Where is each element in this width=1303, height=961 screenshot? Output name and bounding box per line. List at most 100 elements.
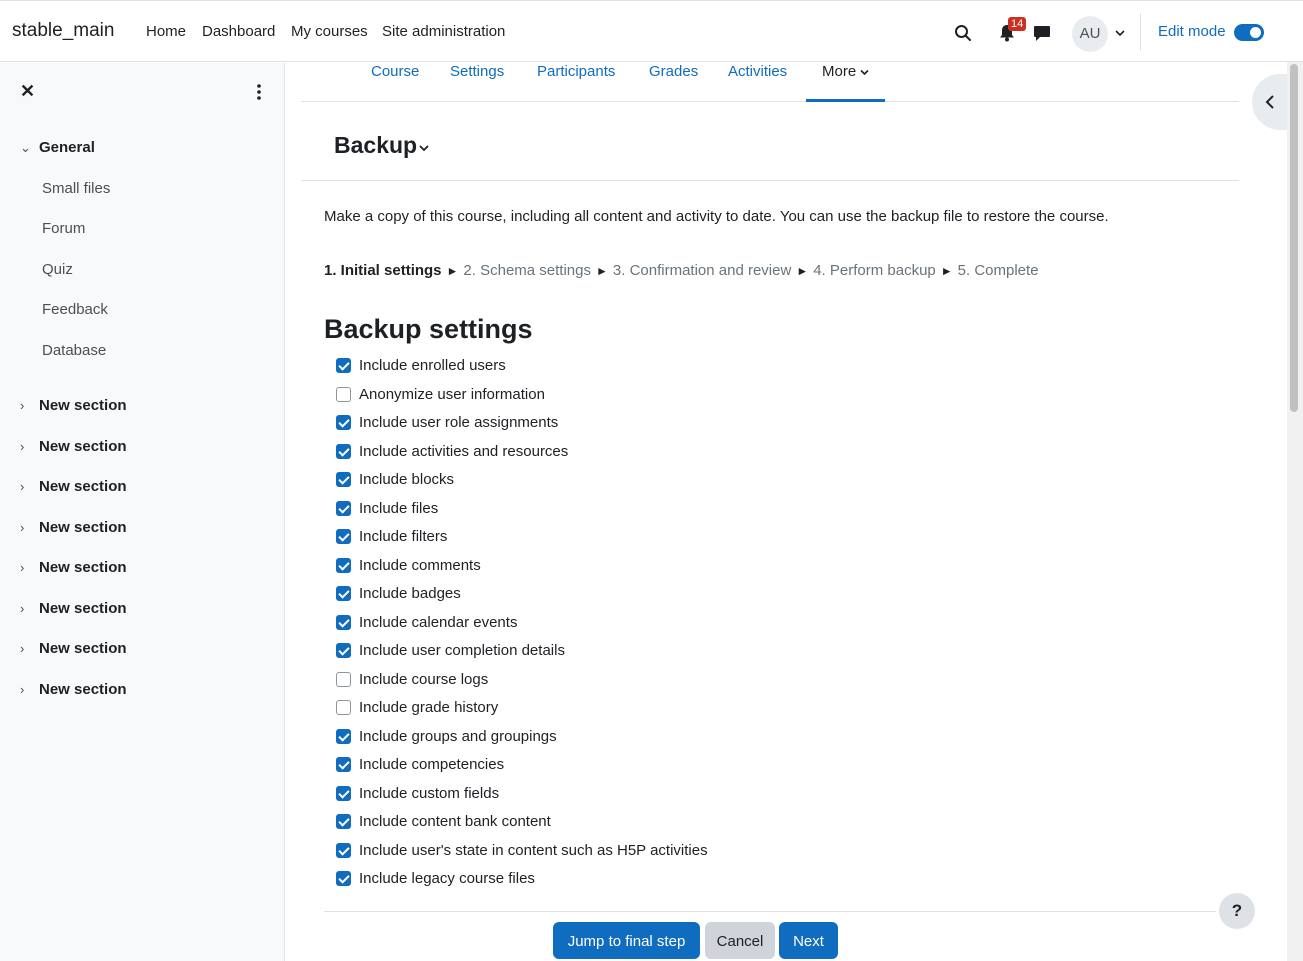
section-new-section[interactable]: › New section	[20, 559, 127, 576]
backup-option[interactable]: Include filters	[336, 526, 447, 546]
backup-option[interactable]: Include badges	[336, 583, 461, 603]
option-label[interactable]: Include badges	[359, 585, 461, 602]
option-checkbox[interactable]	[336, 728, 351, 744]
option-label[interactable]: Include enrolled users	[359, 357, 506, 374]
option-label[interactable]: Include files	[359, 500, 438, 517]
next-button[interactable]: Next	[779, 922, 838, 959]
backup-option[interactable]: Include content bank content	[336, 811, 551, 831]
tab-participants[interactable]: Participants	[537, 63, 615, 80]
user-avatar[interactable]: AU	[1072, 16, 1108, 52]
option-label[interactable]: Include calendar events	[359, 614, 517, 631]
option-checkbox[interactable]	[336, 500, 351, 516]
option-label[interactable]: Include blocks	[359, 471, 454, 488]
section-new-section[interactable]: › New section	[20, 681, 127, 698]
section-new-section[interactable]: › New section	[20, 600, 127, 617]
jump-to-final-step-button[interactable]: Jump to final step	[553, 922, 700, 959]
option-label[interactable]: Anonymize user information	[359, 386, 545, 403]
option-label[interactable]: Include competencies	[359, 756, 504, 773]
edit-mode-label[interactable]: Edit mode	[1158, 23, 1226, 40]
activity-quiz[interactable]: Quiz	[42, 261, 73, 278]
tab-activities[interactable]: Activities	[728, 63, 787, 80]
tab-settings[interactable]: Settings	[450, 63, 504, 80]
option-label[interactable]: Include user role assignments	[359, 414, 558, 431]
backup-option[interactable]: Include course logs	[336, 669, 488, 689]
section-new-section[interactable]: › New section	[20, 438, 127, 455]
site-name[interactable]: stable_main	[12, 20, 114, 42]
backup-option[interactable]: Include blocks	[336, 469, 454, 489]
option-checkbox[interactable]	[336, 785, 351, 801]
option-checkbox[interactable]	[336, 671, 351, 687]
backup-option[interactable]: Include competencies	[336, 754, 504, 774]
option-checkbox[interactable]	[336, 357, 351, 373]
option-checkbox[interactable]	[336, 614, 351, 630]
option-checkbox[interactable]	[336, 386, 351, 402]
backup-option[interactable]: Include activities and resources	[336, 441, 568, 461]
nav-dashboard[interactable]: Dashboard	[202, 23, 275, 40]
close-drawer-icon[interactable]: ✕	[20, 81, 35, 102]
kebab-menu-icon[interactable]	[250, 83, 268, 101]
option-checkbox[interactable]	[336, 585, 351, 601]
option-label[interactable]: Include custom fields	[359, 785, 499, 802]
option-checkbox[interactable]	[336, 756, 351, 772]
page-scrollbar[interactable]	[1287, 62, 1303, 961]
option-label[interactable]: Include user completion details	[359, 642, 565, 659]
activity-forum[interactable]: Forum	[42, 220, 85, 237]
chevron-down-icon[interactable]	[418, 142, 430, 154]
section-new-section[interactable]: › New section	[20, 478, 127, 495]
step-arrow: ►	[940, 264, 953, 278]
messages-icon[interactable]	[1033, 25, 1051, 42]
chevron-down-icon[interactable]	[1115, 29, 1125, 37]
backup-option[interactable]: Include user role assignments	[336, 412, 558, 432]
backup-option[interactable]: Include custom fields	[336, 783, 499, 803]
edit-mode-toggle[interactable]	[1234, 24, 1264, 41]
option-label[interactable]: Include activities and resources	[359, 443, 568, 460]
section-general[interactable]: ⌄ General	[20, 139, 95, 156]
option-checkbox[interactable]	[336, 471, 351, 487]
activity-feedback[interactable]: Feedback	[42, 301, 108, 318]
option-checkbox[interactable]	[336, 870, 351, 886]
section-new-section[interactable]: › New section	[20, 397, 127, 414]
scrollbar-thumb[interactable]	[1290, 64, 1298, 412]
help-button[interactable]: ?	[1219, 893, 1255, 929]
option-label[interactable]: Include user's state in content such as …	[359, 842, 708, 859]
option-label[interactable]: Include course logs	[359, 671, 488, 688]
activity-small-files[interactable]: Small files	[42, 180, 110, 197]
page-title[interactable]: Backup	[334, 132, 417, 159]
backup-option[interactable]: Include user's state in content such as …	[336, 840, 708, 860]
nav-home[interactable]: Home	[146, 23, 186, 40]
backup-option[interactable]: Include comments	[336, 555, 481, 575]
backup-option[interactable]: Include files	[336, 498, 438, 518]
activity-database[interactable]: Database	[42, 342, 106, 359]
backup-option[interactable]: Include groups and groupings	[336, 726, 557, 746]
backup-option[interactable]: Include grade history	[336, 697, 498, 717]
section-new-section[interactable]: › New section	[20, 519, 127, 536]
option-label[interactable]: Include filters	[359, 528, 447, 545]
option-label[interactable]: Include comments	[359, 557, 481, 574]
option-checkbox[interactable]	[336, 813, 351, 829]
nav-my-courses[interactable]: My courses	[291, 23, 368, 40]
cancel-button[interactable]: Cancel	[705, 922, 775, 959]
option-label[interactable]: Include content bank content	[359, 813, 551, 830]
section-new-section[interactable]: › New section	[20, 640, 127, 657]
tab-grades[interactable]: Grades	[649, 63, 698, 80]
step-arrow: ►	[796, 264, 809, 278]
backup-option[interactable]: Include legacy course files	[336, 868, 535, 888]
backup-option[interactable]: Include calendar events	[336, 612, 517, 632]
option-label[interactable]: Include grade history	[359, 699, 498, 716]
option-checkbox[interactable]	[336, 642, 351, 658]
backup-option[interactable]: Anonymize user information	[336, 384, 545, 404]
option-label[interactable]: Include legacy course files	[359, 870, 535, 887]
option-checkbox[interactable]	[336, 557, 351, 573]
option-checkbox[interactable]	[336, 443, 351, 459]
option-checkbox[interactable]	[336, 842, 351, 858]
tab-course[interactable]: Course	[371, 63, 419, 80]
backup-option[interactable]: Include user completion details	[336, 640, 565, 660]
search-icon[interactable]	[954, 24, 972, 42]
option-checkbox[interactable]	[336, 528, 351, 544]
backup-option[interactable]: Include enrolled users	[336, 355, 506, 375]
option-label[interactable]: Include groups and groupings	[359, 728, 557, 745]
option-checkbox[interactable]	[336, 414, 351, 430]
tab-more[interactable]: More	[806, 63, 886, 102]
option-checkbox[interactable]	[336, 699, 351, 715]
nav-site-administration[interactable]: Site administration	[382, 23, 505, 40]
